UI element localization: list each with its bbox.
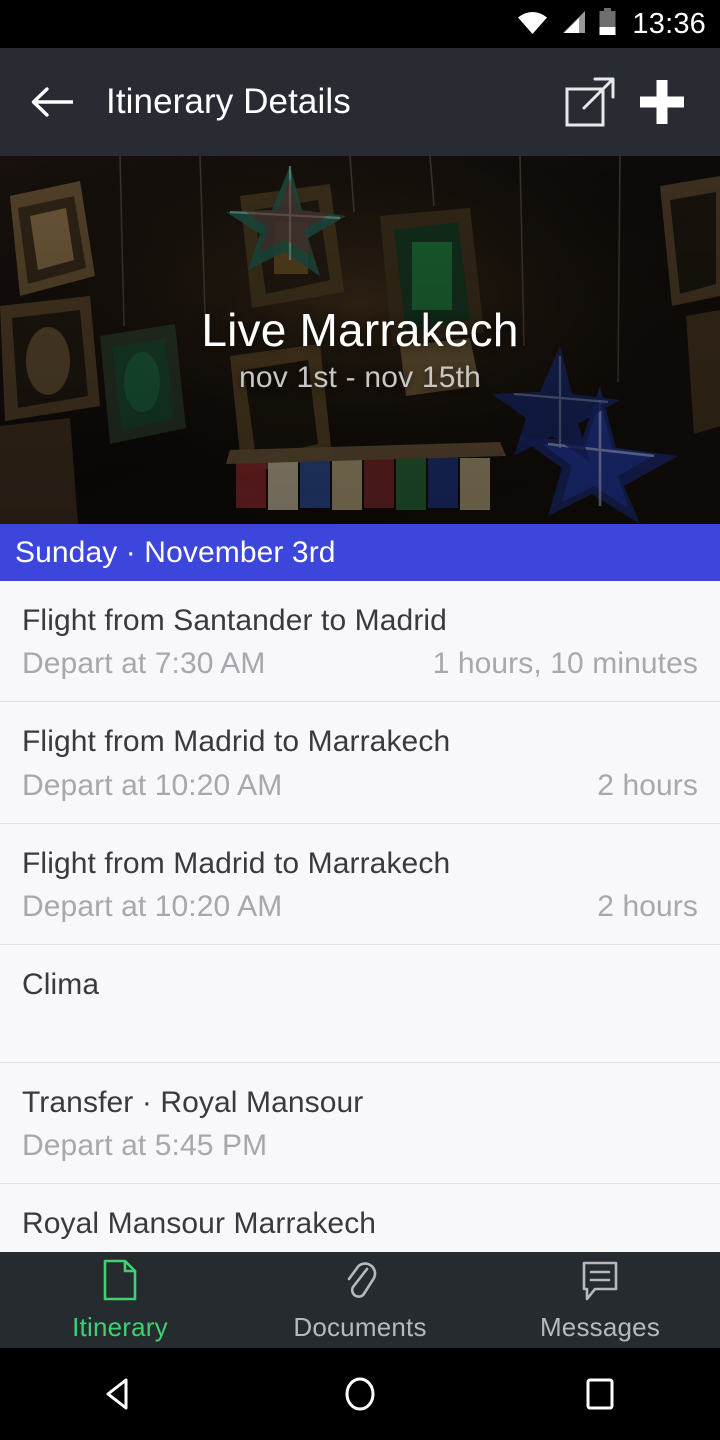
item-title: Flight from Madrid to Marrakech (22, 846, 451, 880)
bottom-navigation: Itinerary Documents Messages (0, 1252, 720, 1348)
list-item[interactable]: Flight from Madrid to Marrakech Depart a… (0, 824, 720, 946)
list-item[interactable]: Royal Mansour Marrakech (0, 1184, 720, 1252)
back-button[interactable] (22, 71, 84, 133)
item-title: Transfer · Royal Mansour (22, 1085, 364, 1119)
item-meta: Depart at 10:20 AM 2 hours (22, 769, 698, 803)
nav-label-messages: Messages (539, 1312, 661, 1342)
status-bar: 13:36 (0, 0, 720, 48)
nav-label-documents: Documents (293, 1312, 427, 1342)
cellular-signal-icon (559, 9, 587, 40)
paperclip-icon (340, 1257, 380, 1308)
open-external-icon (565, 77, 615, 127)
status-bar-clock: 13:36 (632, 7, 706, 40)
android-back-button[interactable] (75, 1359, 165, 1429)
plus-icon (640, 80, 684, 124)
trip-title: Live Marrakech (201, 304, 519, 356)
wifi-icon (517, 9, 548, 40)
share-button[interactable] (554, 66, 626, 138)
day-header-label: Sunday · November 3rd (15, 535, 336, 569)
item-duration: 2 hours (597, 768, 698, 802)
item-duration: 2 hours (597, 890, 698, 924)
add-button[interactable] (626, 66, 698, 138)
item-title: Clima (22, 968, 100, 1002)
android-home-button[interactable] (315, 1359, 405, 1429)
nav-item-itinerary[interactable]: Itinerary (0, 1257, 240, 1343)
day-header: Sunday · November 3rd (0, 524, 720, 581)
list-item[interactable]: Flight from Santander to Madrid Depart a… (0, 581, 720, 703)
triangle-back-icon (106, 1378, 128, 1410)
trip-dates: nov 1st - nov 15th (238, 361, 482, 395)
square-recents-icon (586, 1378, 614, 1410)
arrow-left-icon (31, 87, 73, 117)
item-subtitle: Depart at 7:30 AM (22, 647, 266, 681)
item-title: Flight from Madrid to Marrakech (22, 725, 451, 759)
item-meta: Depart at 5:45 PM (22, 1129, 698, 1163)
item-meta (22, 1012, 698, 1042)
app-bar: Itinerary Details (0, 48, 720, 156)
document-icon (100, 1257, 140, 1308)
item-meta: Depart at 7:30 AM 1 hours, 10 minutes (22, 647, 698, 681)
list-item[interactable]: Clima (0, 945, 720, 1063)
circle-home-icon (345, 1377, 375, 1411)
android-recents-button[interactable] (555, 1359, 645, 1429)
nav-label-itinerary: Itinerary (72, 1312, 168, 1342)
item-subtitle: Depart at 10:20 AM (22, 890, 283, 924)
battery-icon (598, 7, 617, 41)
item-subtitle: Depart at 10:20 AM (22, 768, 283, 802)
hero-text-block: Live Marrakech nov 1st - nov 15th (0, 304, 720, 395)
item-title: Royal Mansour Marrakech (22, 1206, 377, 1240)
phone-screen: 13:36 Itinerary Details Live Marrakech n… (0, 0, 720, 1440)
list-item[interactable]: Transfer · Royal Mansour Depart at 5:45 … (0, 1063, 720, 1184)
item-title: Flight from Santander to Madrid (22, 604, 447, 637)
chat-bubble-icon (579, 1257, 621, 1308)
nav-item-messages[interactable]: Messages (480, 1257, 720, 1343)
nav-item-documents[interactable]: Documents (240, 1257, 480, 1343)
android-navigation-bar (0, 1348, 720, 1440)
item-subtitle: Depart at 5:45 PM (22, 1128, 268, 1162)
item-duration: 1 hours, 10 minutes (432, 647, 698, 681)
page-title: Itinerary Details (106, 82, 351, 121)
list-item[interactable]: Flight from Madrid to Marrakech Depart a… (0, 702, 720, 824)
trip-hero[interactable]: Live Marrakech nov 1st - nov 15th (0, 156, 720, 524)
itinerary-list[interactable]: Flight from Santander to Madrid Depart a… (0, 581, 720, 1252)
item-meta: Depart at 10:20 AM 2 hours (22, 890, 698, 924)
